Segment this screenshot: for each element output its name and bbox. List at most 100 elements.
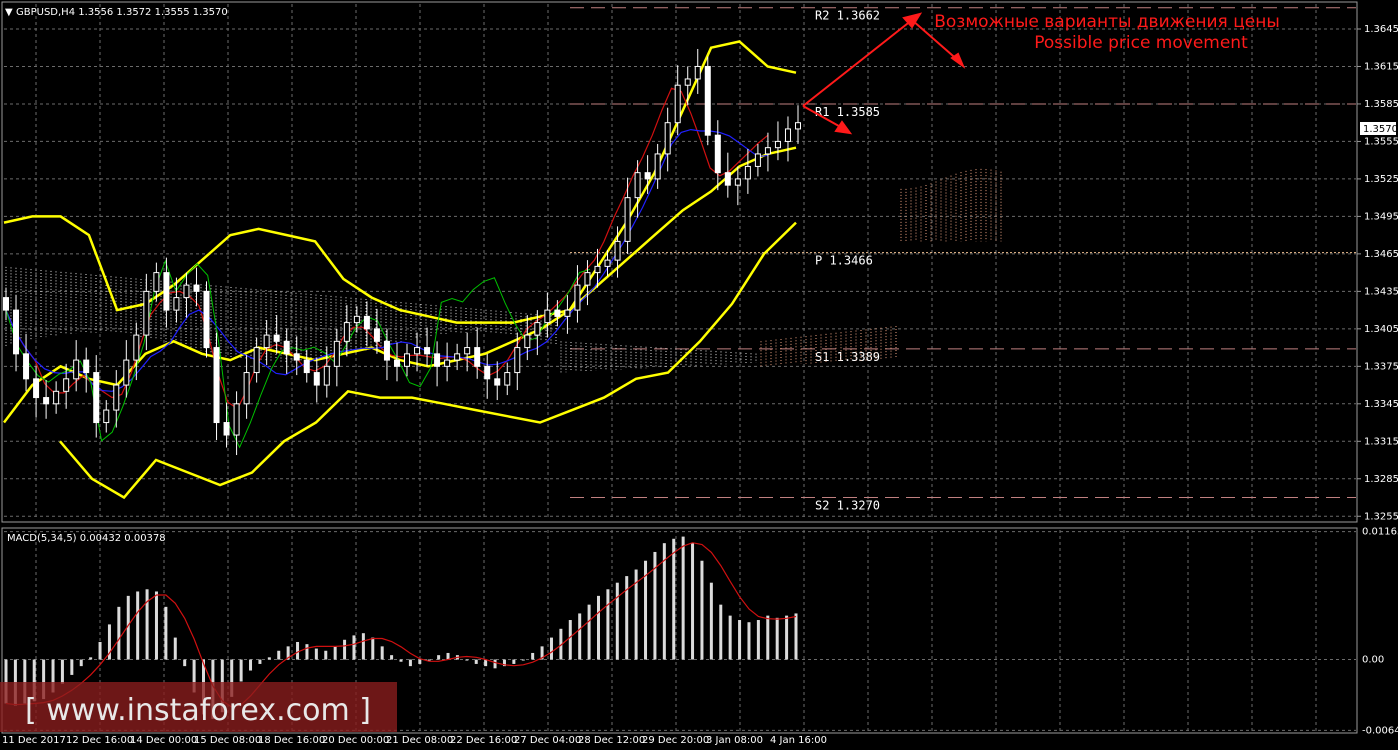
- candle-up: [534, 322, 541, 336]
- level-label: P 1.3466: [815, 254, 873, 268]
- macd-bar: [681, 536, 685, 660]
- candle-up: [153, 272, 160, 292]
- macd-header: MACD(5,34,5) 0.00432 0.00378: [7, 533, 166, 544]
- candle-up: [634, 172, 641, 199]
- candle-up: [454, 353, 461, 361]
- macd-bar: [258, 659, 262, 664]
- candle-up: [514, 347, 521, 374]
- candle-up: [584, 272, 591, 286]
- macd-bar: [380, 646, 384, 660]
- candle-up: [774, 140, 781, 149]
- time-tick-label: 20 Dec 00:00: [322, 735, 389, 746]
- candle-down: [93, 372, 100, 424]
- macd-bar: [183, 659, 187, 667]
- price-tick-label: 1.3615: [1364, 61, 1398, 72]
- macd-bar: [521, 659, 525, 661]
- macd-bar: [408, 659, 412, 667]
- candle-up: [614, 240, 621, 261]
- candle-down: [474, 347, 481, 367]
- macd-bar: [747, 622, 751, 660]
- candle-up: [764, 147, 771, 155]
- candle-down: [724, 172, 731, 186]
- chart-menu-icon[interactable]: ▼: [5, 7, 13, 18]
- candle-up: [113, 384, 120, 411]
- candle-up: [444, 359, 451, 367]
- macd-bar: [465, 659, 469, 661]
- macd-bar: [267, 657, 271, 660]
- time-tick-label: 15 Dec 08:00: [194, 735, 261, 746]
- candle-up: [73, 359, 80, 380]
- candle-up: [754, 153, 761, 167]
- candle-down: [644, 172, 651, 180]
- price-tick-label: 1.3285: [1364, 474, 1398, 485]
- macd-bar: [314, 648, 318, 660]
- candle-down: [494, 378, 501, 386]
- candle-up: [544, 309, 551, 324]
- macd-bar: [709, 582, 713, 660]
- macd-bar: [474, 659, 478, 664]
- candle-up: [173, 297, 180, 311]
- candle-down: [424, 347, 431, 355]
- macd-bar: [60, 659, 64, 684]
- candle-up: [253, 347, 260, 374]
- candle-down: [704, 65, 711, 136]
- macd-tick-label: 0.01165: [1362, 527, 1398, 538]
- candle-up: [103, 409, 110, 424]
- macd-bar: [361, 633, 365, 660]
- macd-bar: [728, 615, 732, 660]
- price-tick-label: 1.3585: [1364, 99, 1398, 110]
- macd-bar: [446, 652, 450, 660]
- macd-bar: [249, 659, 253, 671]
- candle-down: [273, 334, 280, 342]
- time-tick-label: 14 Dec 00:00: [130, 735, 197, 746]
- macd-bar: [333, 646, 337, 660]
- macd-bar: [145, 589, 149, 660]
- candle-up: [63, 378, 70, 392]
- candle-up: [594, 265, 601, 274]
- macd-bar: [484, 659, 488, 667]
- macd-bar: [70, 659, 74, 675]
- macd-bar: [173, 637, 177, 660]
- candle-up: [323, 365, 330, 386]
- time-tick-label: 11 Dec 2017: [2, 735, 66, 746]
- level-label: S1 1.3389: [815, 350, 880, 364]
- time-tick-label: 22 Dec 16:00: [450, 735, 517, 746]
- macd-bar: [164, 606, 168, 660]
- chart-canvas: R2 1.3662 R1 1.3585 P 1.3466 S1 1.3389 S2 1.…: [0, 0, 1398, 750]
- watermark: [ www.instaforex.com ]: [25, 693, 371, 728]
- time-tick-label: 28 Dec 12:00: [578, 735, 645, 746]
- price-tick-label: 1.3465: [1364, 249, 1398, 260]
- macd-bar: [352, 635, 356, 660]
- time-tick-label: 3 Jan 08:00: [706, 735, 763, 746]
- annotation-ru: Возможные варианты движения цены: [934, 12, 1280, 32]
- price-tick-label: 1.3375: [1364, 361, 1398, 372]
- macd-bar: [691, 543, 695, 660]
- macd-bar: [766, 615, 770, 660]
- candle-down: [484, 365, 491, 380]
- macd-bar: [738, 620, 742, 660]
- candle-down: [83, 359, 90, 374]
- time-tick-label: 12 Dec 16:00: [66, 735, 133, 746]
- macd-bar: [719, 604, 723, 660]
- macd-bar: [343, 639, 347, 660]
- candle-up: [464, 347, 471, 355]
- macd-bar: [154, 591, 158, 660]
- time-tick-label: 21 Dec 08:00: [386, 735, 453, 746]
- time-tick-label: 29 Dec 20:00: [642, 735, 709, 746]
- price-tick-label: 1.3555: [1364, 136, 1398, 147]
- macd-bar: [136, 591, 140, 660]
- time-tick-label: 18 Dec 16:00: [258, 735, 325, 746]
- candle-down: [33, 378, 40, 399]
- level-label: R1 1.3585: [815, 105, 880, 119]
- candle-down: [3, 297, 9, 311]
- candle-up: [694, 65, 701, 80]
- annotation-en: Possible price movement: [1034, 33, 1248, 53]
- candle-down: [13, 309, 20, 355]
- candle-up: [404, 353, 411, 367]
- macd-bar: [305, 644, 309, 660]
- candle-up: [524, 334, 531, 349]
- candle-up: [414, 347, 421, 355]
- price-tick-label: 1.3495: [1364, 211, 1398, 222]
- macd-tick-label: 0.00: [1362, 655, 1384, 666]
- macd-bar: [296, 641, 300, 660]
